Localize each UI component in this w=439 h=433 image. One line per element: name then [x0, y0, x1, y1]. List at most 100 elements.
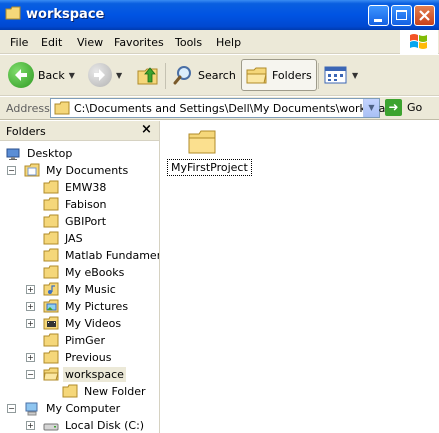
folder-icon	[5, 6, 21, 20]
forward-dropdown-icon[interactable]: ▼	[116, 71, 122, 80]
pictures-folder-icon	[43, 299, 59, 313]
videos-folder-icon	[43, 316, 59, 330]
tree-item-label: Fabison	[65, 198, 107, 211]
folder-icon	[43, 333, 59, 347]
local-disk-icon	[43, 423, 59, 431]
address-dropdown-icon[interactable]: ▼	[363, 99, 379, 117]
expand-icon[interactable]: +	[26, 302, 35, 311]
tree-item[interactable]: Fabison	[43, 196, 109, 213]
tree-item[interactable]: Desktop	[5, 145, 74, 162]
tree-item[interactable]: PimGer	[43, 332, 107, 349]
tree-item[interactable]: JAS	[43, 230, 85, 247]
tree-item[interactable]: + My Pictures	[26, 298, 130, 315]
menu-edit[interactable]: Edit	[41, 36, 62, 49]
folder-icon	[43, 265, 59, 279]
folders-pane-header: Folders ×	[0, 121, 159, 141]
forward-button[interactable]: ▼	[88, 59, 122, 91]
collapse-icon[interactable]: −	[26, 370, 35, 379]
menu-help[interactable]: Help	[216, 36, 241, 49]
folders-label: Folders	[272, 68, 312, 82]
expand-icon[interactable]: +	[26, 353, 35, 362]
back-dropdown-icon[interactable]: ▼	[69, 71, 75, 80]
go-label: Go	[407, 101, 423, 114]
folder-icon	[188, 130, 216, 154]
tree-item-label: My Pictures	[65, 300, 129, 313]
toolbar: Back ▼ ▼ Search Folders ▼	[0, 55, 439, 96]
tree-item-label: GBIPort	[65, 215, 107, 228]
tree-item-label: Previous	[65, 351, 112, 364]
menu-view[interactable]: View	[77, 36, 103, 49]
back-button[interactable]: Back ▼	[8, 59, 75, 91]
toolbar-separator	[318, 63, 319, 89]
tree-item-label: Desktop	[27, 147, 73, 160]
menu-tools[interactable]: Tools	[175, 36, 202, 49]
expand-icon[interactable]: +	[26, 285, 35, 294]
go-button[interactable]: ➜ Go	[385, 99, 422, 116]
folders-icon	[246, 67, 267, 84]
views-dropdown-icon[interactable]: ▼	[352, 71, 358, 80]
my-documents-icon	[24, 163, 40, 177]
tree-item[interactable]: − My Computer	[7, 400, 122, 417]
address-input[interactable]: C:\Documents and Settings\Dell\My Docume…	[50, 98, 398, 118]
maximize-button[interactable]	[391, 5, 412, 26]
back-arrow-icon	[8, 62, 34, 88]
tree-item[interactable]: EMW38	[43, 179, 108, 196]
tree-item[interactable]: + My Music	[26, 281, 118, 298]
my-computer-icon	[25, 402, 38, 416]
folder-icon	[43, 197, 59, 211]
folders-button[interactable]: Folders	[241, 59, 317, 91]
tree-item[interactable]: + Local Disk (C:)	[26, 417, 146, 433]
tree-item[interactable]: New Folder	[62, 383, 147, 400]
collapse-icon[interactable]: −	[7, 404, 16, 413]
window-title: workspace	[26, 7, 105, 22]
menu-bar: File Edit View Favorites Tools Help	[0, 30, 439, 54]
close-pane-icon[interactable]: ×	[141, 122, 152, 137]
tree-item[interactable]: + My Videos	[26, 315, 123, 332]
toolbar-separator	[165, 63, 166, 89]
views-button[interactable]: ▼	[324, 59, 358, 91]
tree-item[interactable]: GBIPort	[43, 213, 108, 230]
folder-icon	[43, 231, 59, 245]
folder-icon	[62, 384, 78, 398]
folder-content[interactable]: MyFirstProject	[161, 121, 439, 433]
collapse-icon[interactable]: −	[7, 166, 16, 175]
folder-icon	[43, 248, 59, 262]
tree-item[interactable]: + Previous	[26, 349, 114, 366]
search-label: Search	[198, 68, 236, 82]
folder-icon	[43, 214, 59, 228]
address-label: Address	[6, 102, 50, 115]
folder-icon	[43, 180, 59, 194]
minimize-button[interactable]	[368, 5, 389, 26]
tree-item-label: My Videos	[65, 317, 122, 330]
tree-item-label: My Music	[65, 283, 116, 296]
folder-icon	[43, 350, 59, 364]
tree-item-label: Matlab Fundamental	[65, 249, 159, 262]
expand-icon[interactable]: +	[26, 319, 35, 328]
go-arrow-icon: ➜	[385, 99, 402, 116]
open-folder-icon	[43, 367, 59, 381]
forward-arrow-icon	[88, 63, 112, 87]
tree-item-label: workspace	[63, 367, 126, 382]
tree-item-label: My Computer	[46, 402, 121, 415]
menu-file[interactable]: File	[10, 36, 28, 49]
tree-item[interactable]: − workspace	[26, 366, 126, 383]
folder-icon	[54, 101, 70, 115]
expand-icon[interactable]: +	[26, 421, 35, 430]
search-button[interactable]: Search	[172, 59, 236, 91]
folders-pane: Folders × Desktop − My Documents EMW38 Fabis…	[0, 121, 160, 433]
desktop-icon	[6, 148, 20, 160]
tree-item-label: EMW38	[65, 181, 107, 194]
up-folder-button[interactable]	[136, 59, 160, 91]
tree-item[interactable]: My eBooks	[43, 264, 126, 281]
tree-item[interactable]: Matlab Fundamental	[43, 247, 159, 264]
tree-item[interactable]: − My Documents	[7, 162, 130, 179]
search-icon	[173, 66, 191, 85]
address-bar: Address C:\Documents and Settings\Dell\M…	[0, 97, 439, 120]
tree-item-label: My eBooks	[65, 266, 125, 279]
file-item-label: MyFirstProject	[167, 159, 252, 176]
close-button[interactable]	[414, 5, 435, 26]
title-bar[interactable]: workspace	[0, 0, 439, 30]
menu-favorites[interactable]: Favorites	[114, 36, 164, 49]
windows-logo-icon	[400, 30, 438, 54]
address-path: C:\Documents and Settings\Dell\My Docume…	[74, 102, 399, 115]
